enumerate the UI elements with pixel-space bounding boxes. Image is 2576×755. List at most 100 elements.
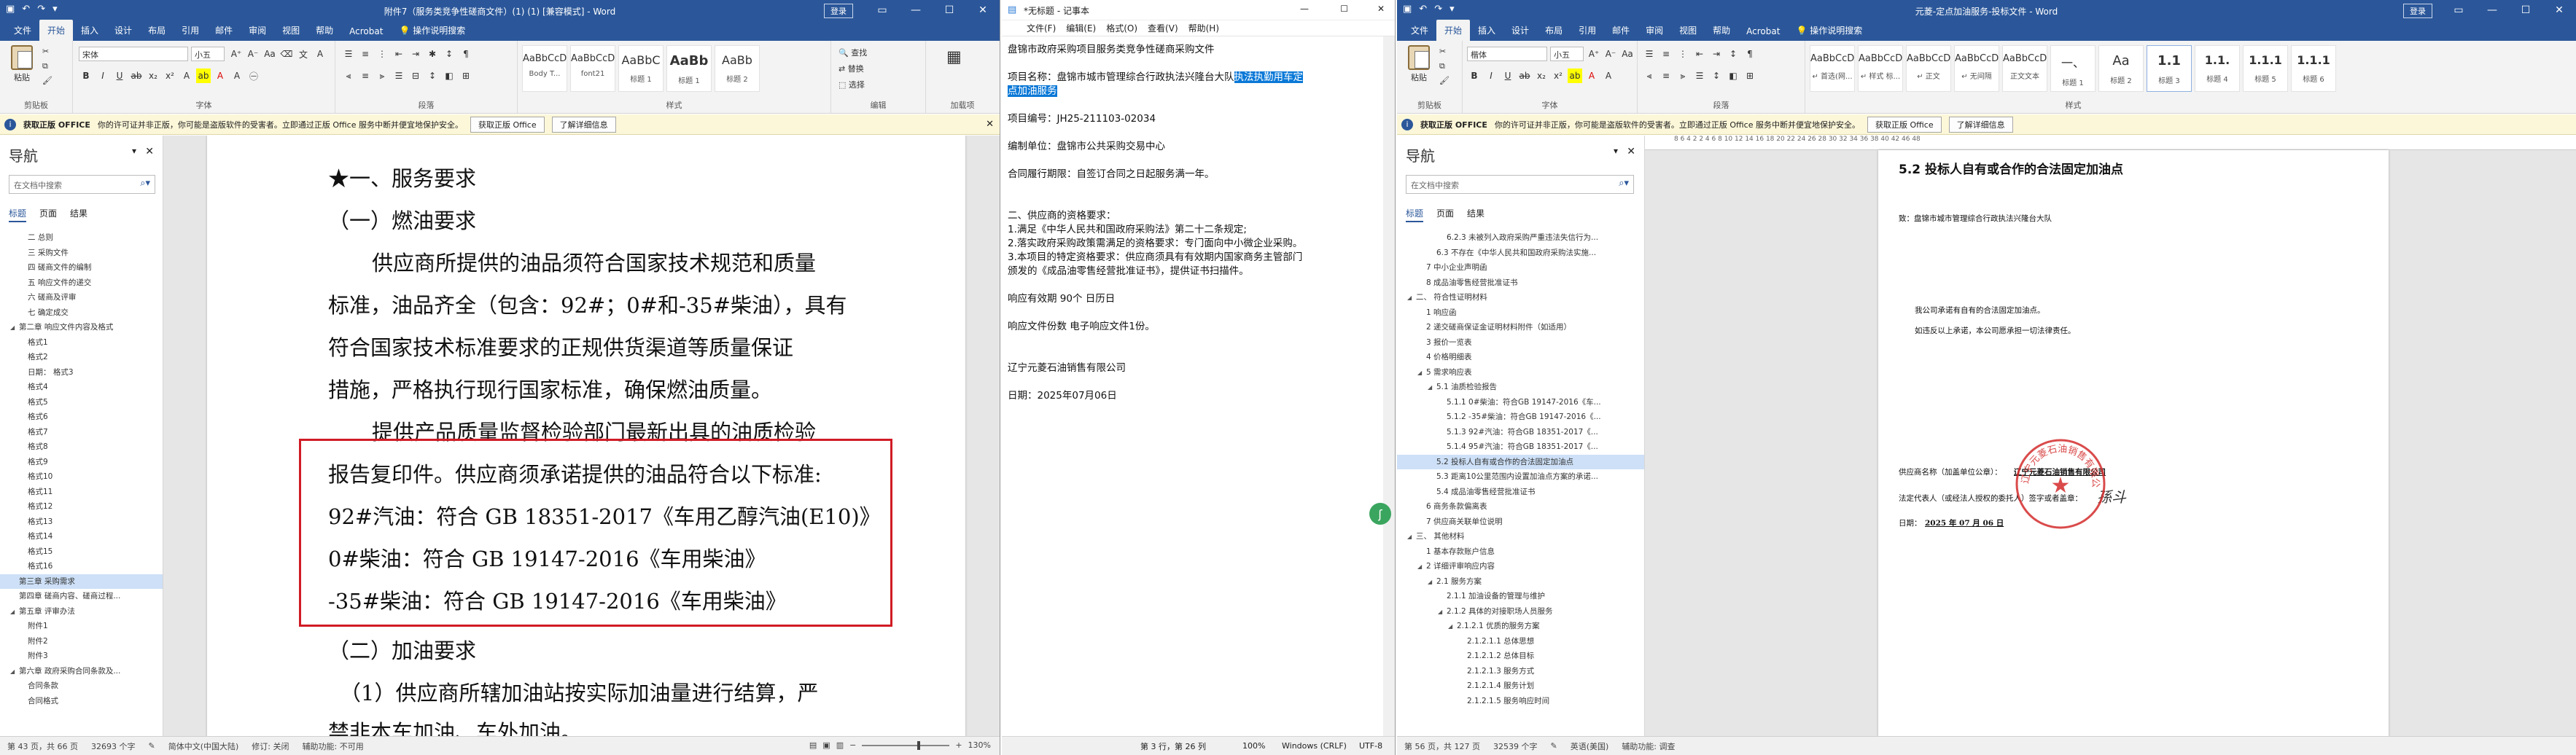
shading-icon[interactable]: ◧ <box>1726 69 1740 83</box>
web-layout-icon[interactable]: ▥ <box>836 740 844 750</box>
phonetic-icon[interactable]: 文 <box>296 47 311 61</box>
nav-heading-item[interactable]: ◢ 5.1 油质检验报告 <box>1397 380 1644 395</box>
style-item[interactable]: 1.1.1 标题 6 <box>2291 45 2336 92</box>
nav-heading-item[interactable]: 格式2 <box>0 350 163 365</box>
nav-heading-item[interactable]: ◢ 二、 符合性证明材料 <box>1397 290 1644 305</box>
nav-heading-item[interactable]: 日期： 格式3 <box>0 365 163 380</box>
nav-heading-item[interactable]: 二 总则 <box>0 230 163 246</box>
nav-heading-item[interactable]: 第四章 磋商内容、磋商过程... <box>0 589 163 604</box>
nav-heading-item[interactable]: 5.2 投标人自有或合作的合法固定加油点 <box>1397 454 1644 469</box>
char-border-icon[interactable]: A <box>313 47 327 61</box>
copy-icon[interactable]: ⧉ <box>1439 61 1445 71</box>
menu-format[interactable]: 格式(O) <box>1106 22 1137 34</box>
tab-review[interactable]: 审阅 <box>241 20 274 41</box>
proofing-icon[interactable]: ✎ <box>1550 741 1557 751</box>
style-item[interactable]: 1.1 标题 3 <box>2147 45 2192 92</box>
highlight-icon[interactable]: ab <box>196 69 211 83</box>
nav-heading-item[interactable]: 格式12 <box>0 499 163 515</box>
justify-icon[interactable]: ☰ <box>392 69 406 83</box>
nav-heading-item[interactable]: 6.3 不存在《中华人民共和国政府采购法实施... <box>1397 246 1644 261</box>
minimize-icon[interactable]: — <box>1300 4 1309 14</box>
tab-file[interactable]: 文件 <box>6 20 39 41</box>
decrease-indent-icon[interactable]: ⇤ <box>1692 47 1707 61</box>
nav-heading-item[interactable]: 2 递交磋商保证金证明材料附件（如适用） <box>1397 320 1644 335</box>
highlight-icon[interactable]: ab <box>1568 69 1582 83</box>
style-item[interactable]: AaBb 标题 1 <box>666 45 712 92</box>
nav-heading-item[interactable]: ◢ 第五章 评审办法 <box>0 604 163 619</box>
replace-button[interactable]: ⇄ 替换 <box>838 63 864 74</box>
show-marks-icon[interactable]: ¶ <box>1743 47 1757 61</box>
char-shading-icon[interactable]: A <box>1601 69 1616 83</box>
numbering-icon[interactable]: ≡ <box>358 47 373 61</box>
nav-heading-item[interactable]: ◢ 2.1.2.1 优质的服务方案 <box>1397 619 1644 634</box>
login-button[interactable]: 登录 <box>2403 4 2432 18</box>
vertical-scrollbar[interactable] <box>1383 36 1395 736</box>
font-color-icon[interactable]: A <box>1584 69 1599 83</box>
paste-button[interactable]: 粘贴 <box>1404 45 1433 89</box>
multilevel-icon[interactable]: ⋮ <box>375 47 389 61</box>
change-case-icon[interactable]: Aa <box>262 47 277 61</box>
nav-heading-item[interactable]: 附件2 <box>0 634 163 649</box>
nav-heading-item[interactable]: 6.2.3 未被列入政府采购严重违法失信行为... <box>1397 230 1644 246</box>
nav-heading-item[interactable]: 第三章 采购需求 <box>0 574 163 589</box>
menu-edit[interactable]: 编辑(E) <box>1066 22 1096 34</box>
format-painter-icon[interactable]: 🖌 <box>42 76 52 85</box>
style-item[interactable]: AaBbCcDc Body T... <box>522 45 567 92</box>
line-spacing-icon[interactable]: ↕ <box>1709 69 1724 83</box>
style-item[interactable]: Aa 标题 2 <box>2098 45 2144 92</box>
nav-heading-item[interactable]: 合同条款 <box>0 678 163 694</box>
nav-heading-item[interactable]: 2.1.2.1.2 总体目标 <box>1397 649 1644 664</box>
nav-heading-item[interactable]: ◢ 三、 其他材料 <box>1397 529 1644 544</box>
style-item[interactable]: 一、 标题 1 <box>2050 45 2096 92</box>
subscript-icon[interactable]: x₂ <box>146 69 160 83</box>
addin-icon[interactable]: ▦ <box>946 48 962 66</box>
style-item[interactable]: AaBbCcDc ↵ 样式 标... <box>1858 45 1903 92</box>
nav-heading-item[interactable]: 格式9 <box>0 455 163 470</box>
nav-heading-item[interactable]: ◢ 2.1.2 具体的对接职场人员服务 <box>1397 604 1644 619</box>
text-effects-icon[interactable]: A <box>179 69 194 83</box>
find-button[interactable]: 🔍 查找 <box>838 47 867 58</box>
style-item[interactable]: AaBb 标题 2 <box>715 45 760 92</box>
learn-more-button[interactable]: 了解详细信息 <box>1948 116 2013 133</box>
tab-acrobat[interactable]: Acrobat <box>341 22 391 41</box>
nav-heading-item[interactable]: 8 成品油零售经营批准证书 <box>1397 275 1644 291</box>
language-status[interactable]: 英语(美国) <box>1571 740 1609 752</box>
menu-file[interactable]: 文件(F) <box>1027 22 1056 34</box>
paste-button[interactable]: 粘贴 <box>7 45 36 89</box>
nav-heading-item[interactable]: ◢ 2.1 服务方案 <box>1397 574 1644 590</box>
close-icon[interactable]: ✕ <box>145 146 154 157</box>
align-left-icon[interactable]: ⫷ <box>341 69 356 83</box>
cut-icon[interactable]: ✂ <box>42 47 49 56</box>
zoom-out-icon[interactable]: − <box>849 740 856 750</box>
nav-heading-item[interactable]: 5.1.1 0#柴油：符合GB 19147-2016《车... <box>1397 395 1644 410</box>
chevron-down-icon[interactable]: ▾ <box>132 146 136 156</box>
font-color-icon[interactable]: A <box>213 69 227 83</box>
bullets-icon[interactable]: ☰ <box>1642 47 1657 61</box>
nav-heading-item[interactable]: 格式10 <box>0 469 163 485</box>
chinese-layout-icon[interactable]: ✱ <box>425 47 440 61</box>
nav-tab-pages[interactable]: 页面 <box>1436 207 1454 222</box>
language-status[interactable]: 简体中文(中国大陆) <box>168 740 239 752</box>
italic-icon[interactable]: I <box>1484 69 1498 83</box>
notepad-text-area[interactable]: 盘锦市政府采购项目服务类竞争性磋商采购文件 项目名称：盘锦市城市管理综合行政执法兴… <box>1002 36 1395 736</box>
cut-icon[interactable]: ✂ <box>1439 47 1446 56</box>
zoom-slider[interactable] <box>862 740 950 750</box>
show-marks-icon[interactable]: ¶ <box>459 47 473 61</box>
bold-icon[interactable]: B <box>1467 69 1482 83</box>
collapse-triangle-icon[interactable]: ◢ <box>1417 560 1426 574</box>
zoom-level[interactable]: 130% <box>968 740 991 750</box>
bullets-icon[interactable]: ☰ <box>341 47 356 61</box>
justify-icon[interactable]: ☰ <box>1692 69 1707 83</box>
tab-design[interactable]: 设计 <box>1503 20 1537 41</box>
zoom-thumb[interactable] <box>917 740 921 750</box>
style-item[interactable]: 1.1. 标题 4 <box>2195 45 2240 92</box>
nav-heading-item[interactable]: 三 采购文件 <box>0 246 163 261</box>
nav-heading-item[interactable]: 7 供应商关联单位说明 <box>1397 515 1644 530</box>
style-item[interactable]: AaBbCcDc font21 <box>570 45 615 92</box>
grow-font-icon[interactable]: A⁺ <box>229 47 244 61</box>
nav-search-input[interactable]: 在文档中搜索 ⌕▾ <box>9 175 155 194</box>
style-item[interactable]: AaBbC 标题 1 <box>618 45 664 92</box>
word-count[interactable]: 32539 个字 <box>1493 740 1538 752</box>
tab-insert[interactable]: 插入 <box>73 20 106 41</box>
align-left-icon[interactable]: ⫷ <box>1642 69 1657 83</box>
